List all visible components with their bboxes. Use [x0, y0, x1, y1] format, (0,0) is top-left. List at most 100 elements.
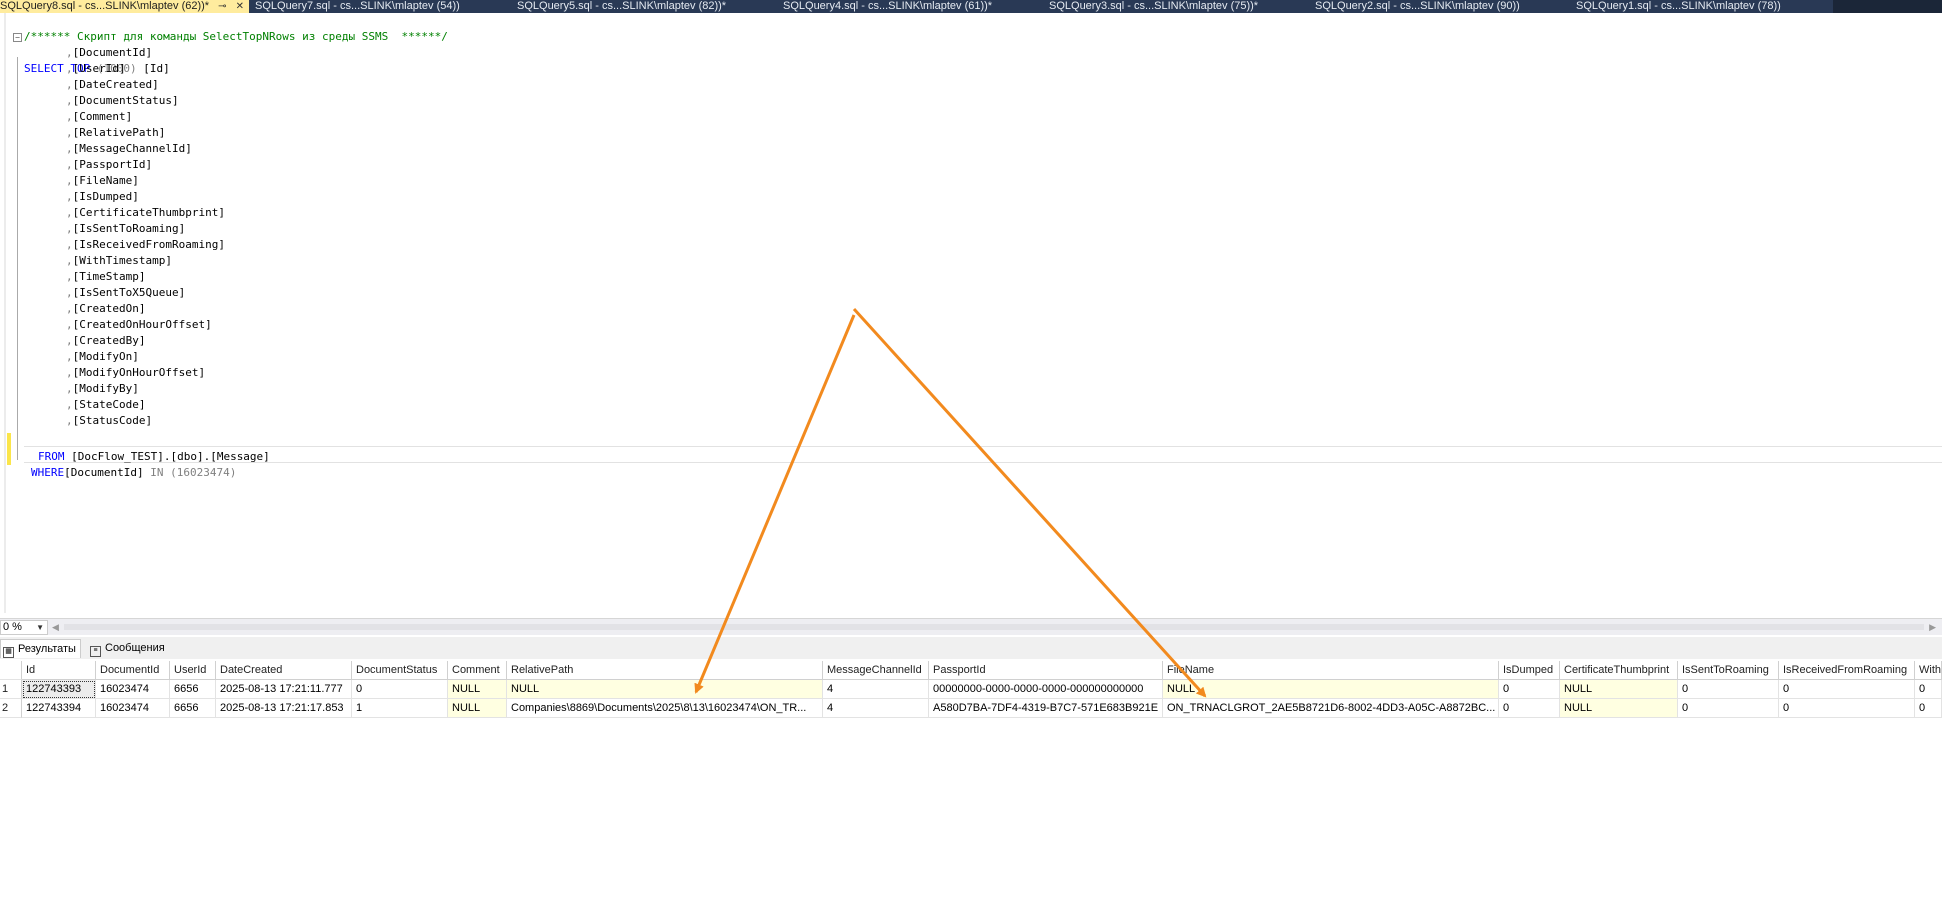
- tab-results[interactable]: ▦ Результаты: [0, 639, 81, 658]
- table-cell[interactable]: 2025-08-13 17:21:11.777: [216, 680, 352, 699]
- table-cell[interactable]: NULL: [507, 680, 823, 699]
- code-line-column: ,[ModifyOn]: [0, 349, 1942, 365]
- column-header[interactable]: DocumentId: [96, 661, 170, 680]
- code-line-column: ,[CreatedOn]: [0, 301, 1942, 317]
- code-line-column: ,[StateCode]: [0, 397, 1942, 413]
- column-header[interactable]: With: [1915, 661, 1942, 680]
- table-cell[interactable]: NULL: [448, 680, 507, 699]
- column-header[interactable]: PassportId: [929, 661, 1163, 680]
- row-number[interactable]: 1: [0, 680, 22, 699]
- table-cell[interactable]: 0: [1678, 699, 1779, 718]
- column-name: [Comment]: [72, 110, 133, 123]
- comma: ,: [66, 174, 73, 187]
- table-cell[interactable]: 0: [352, 680, 448, 699]
- table-cell[interactable]: 0: [1779, 699, 1915, 718]
- table-cell[interactable]: ON_TRNACLGROT_2AE5B8721D6-8002-4DD3-A05C…: [1163, 699, 1499, 718]
- column-header[interactable]: IsSentToRoaming: [1678, 661, 1779, 680]
- comma: ,: [66, 286, 73, 299]
- column-header[interactable]: CertificateThumbprint: [1560, 661, 1678, 680]
- table-cell[interactable]: NULL: [448, 699, 507, 718]
- code-line-column: ,[ModifyOnHourOffset]: [0, 365, 1942, 381]
- close-icon[interactable]: ✕: [236, 1, 244, 12]
- zoom-dropdown[interactable]: 0 % ▼: [0, 620, 48, 635]
- column-header[interactable]: Id: [22, 661, 96, 680]
- tab-label: SQLQuery8.sql - cs...SLINK\mlaptev (62))…: [0, 0, 210, 12]
- tab-messages[interactable]: ≡ Сообщения: [88, 639, 169, 657]
- table-cell[interactable]: 4: [823, 699, 929, 718]
- column-header[interactable]: MessageChannelId: [823, 661, 929, 680]
- tab-sqlquery1[interactable]: SQLQuery1.sql - cs...SLINK\mlaptev (78)): [1576, 0, 1832, 13]
- table-cell[interactable]: 0: [1915, 699, 1942, 718]
- editor-status-strip: 0 % ▼ ◀ ▶: [0, 618, 1942, 635]
- results-tab-bar: ▦ Результаты ≡ Сообщения: [0, 637, 1942, 659]
- table-cell[interactable]: 0: [1915, 680, 1942, 699]
- grid-corner[interactable]: [0, 661, 22, 680]
- scroll-right-icon[interactable]: ▶: [1929, 622, 1936, 633]
- table-cell[interactable]: NULL: [1560, 699, 1678, 718]
- column-header[interactable]: IsReceivedFromRoaming: [1779, 661, 1915, 680]
- table-cell[interactable]: A580D7BA-7DF4-4319-B7C7-571E683B921E: [929, 699, 1163, 718]
- column-header[interactable]: IsDumped: [1499, 661, 1560, 680]
- pin-icon[interactable]: ⊸: [218, 1, 226, 12]
- document-tab-bar: SQLQuery8.sql - cs...SLINK\mlaptev (62))…: [0, 0, 1942, 13]
- tab-label: SQLQuery3.sql - cs...SLINK\mlaptev (75))…: [1049, 0, 1259, 12]
- table-row: 1 122743393 16023474 6656 2025-08-13 17:21:1…: [0, 680, 1942, 699]
- scroll-left-icon[interactable]: ◀: [52, 622, 59, 633]
- column-name: [WithTimestamp]: [72, 254, 172, 267]
- sql-editor[interactable]: /****** Скрипт для команды SelectTopNRow…: [0, 13, 1942, 618]
- table-cell[interactable]: 1: [352, 699, 448, 718]
- tab-sqlquery8[interactable]: SQLQuery8.sql - cs...SLINK\mlaptev (62))…: [0, 0, 249, 13]
- column-header[interactable]: DateCreated: [216, 661, 352, 680]
- column-header[interactable]: UserId: [170, 661, 216, 680]
- table-cell[interactable]: 4: [823, 680, 929, 699]
- table-cell[interactable]: 0: [1499, 680, 1560, 699]
- horizontal-scrollbar[interactable]: [64, 624, 1924, 630]
- column-header[interactable]: DocumentStatus: [352, 661, 448, 680]
- tab-sqlquery4[interactable]: SQLQuery4.sql - cs...SLINK\mlaptev (61))…: [783, 0, 1045, 13]
- column-name: [IsDumped]: [72, 190, 139, 203]
- column-header[interactable]: Comment: [448, 661, 507, 680]
- code-line-column: ,[CreatedBy]: [0, 333, 1942, 349]
- table-row: 2 122743394 16023474 6656 2025-08-13 17:21:1…: [0, 699, 1942, 718]
- code-line-column: ,[CertificateThumbprint]: [0, 205, 1942, 221]
- table-cell[interactable]: 16023474: [96, 699, 170, 718]
- tab-sqlquery3[interactable]: SQLQuery3.sql - cs...SLINK\mlaptev (75))…: [1049, 0, 1311, 13]
- collapse-icon[interactable]: −: [13, 33, 22, 42]
- code-line-column: ,[MessageChannelId]: [0, 141, 1942, 157]
- code-line-select: − SELECT TOP (1000) [Id]: [0, 29, 1942, 75]
- table-cell[interactable]: 0: [1499, 699, 1560, 718]
- column-header[interactable]: RelativePath: [507, 661, 823, 680]
- column-name: [MessageChannelId]: [72, 142, 192, 155]
- column-name: [CreatedOn]: [72, 302, 146, 315]
- table-cell[interactable]: 0: [1779, 680, 1915, 699]
- code-line-column: ,[Comment]: [0, 109, 1942, 125]
- comma: ,: [66, 302, 73, 315]
- comma: ,: [66, 158, 73, 171]
- comma: ,: [66, 126, 73, 139]
- column-name: [ModifyBy]: [72, 382, 139, 395]
- table-cell[interactable]: 122743393: [22, 680, 96, 699]
- table-cell[interactable]: Companies\8869\Documents\2025\8\13\16023…: [507, 699, 823, 718]
- row-number[interactable]: 2: [0, 699, 22, 718]
- results-grid[interactable]: Id DocumentId UserId DateCreated DocumentSta…: [0, 661, 1942, 721]
- table-cell[interactable]: NULL: [1560, 680, 1678, 699]
- column-header[interactable]: FileName: [1163, 661, 1499, 680]
- table-cell[interactable]: 16023474: [96, 680, 170, 699]
- table-cell[interactable]: 00000000-0000-0000-0000-000000000000: [929, 680, 1163, 699]
- comma: ,: [66, 190, 73, 203]
- table-cell[interactable]: 6656: [170, 680, 216, 699]
- comma: ,: [66, 318, 73, 331]
- code-line-column: ,[ModifyBy]: [0, 381, 1942, 397]
- column-name: [DocumentStatus]: [72, 94, 179, 107]
- table-cell[interactable]: 122743394: [22, 699, 96, 718]
- code-line-column: ,[PassportId]: [0, 157, 1942, 173]
- tab-sqlquery2[interactable]: SQLQuery2.sql - cs...SLINK\mlaptev (90)): [1315, 0, 1577, 13]
- table-cell[interactable]: NULL: [1163, 680, 1499, 699]
- table-cell[interactable]: 2025-08-13 17:21:17.853: [216, 699, 352, 718]
- tab-sqlquery5[interactable]: SQLQuery5.sql - cs...SLINK\mlaptev (82))…: [517, 0, 779, 13]
- tab-sqlquery7[interactable]: SQLQuery7.sql - cs...SLINK\mlaptev (54)): [255, 0, 505, 13]
- table-cell[interactable]: 0: [1678, 680, 1779, 699]
- tab-label: SQLQuery5.sql - cs...SLINK\mlaptev (82))…: [517, 0, 727, 12]
- code-line-column: ,[StatusCode]: [0, 413, 1942, 429]
- table-cell[interactable]: 6656: [170, 699, 216, 718]
